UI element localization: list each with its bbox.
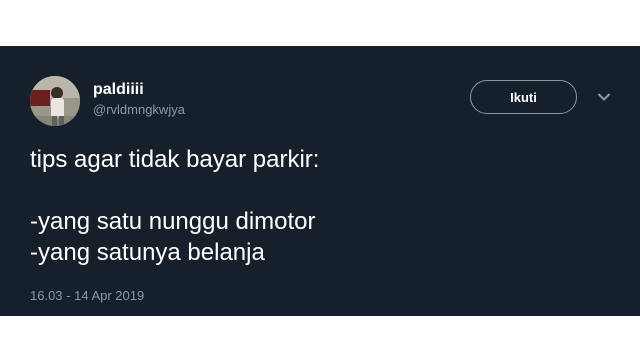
tweet-timestamp[interactable]: 16.03 - 14 Apr 2019	[30, 288, 144, 303]
follow-button[interactable]: Ikuti	[470, 80, 577, 114]
avatar-photo	[30, 76, 80, 126]
tweet-text-line: -yang satu nunggu dimotor	[30, 208, 316, 235]
avatar[interactable]	[30, 76, 80, 126]
tweet-text-line: -yang satunya belanja	[30, 239, 265, 266]
tweet-text: tips agar tidak bayar parkir: -yang satu…	[30, 144, 610, 268]
tweet-text-line	[30, 175, 610, 206]
user-handle[interactable]: @rvldmngkwjya	[93, 101, 185, 119]
tweet-text-line: tips agar tidak bayar parkir:	[30, 146, 320, 173]
tweet-card: paldiiii @rvldmngkwjya Ikuti tips agar t…	[0, 46, 640, 316]
display-name[interactable]: paldiiii	[93, 81, 185, 99]
user-info: paldiiii @rvldmngkwjya	[93, 81, 185, 119]
chevron-down-icon[interactable]	[596, 89, 612, 105]
